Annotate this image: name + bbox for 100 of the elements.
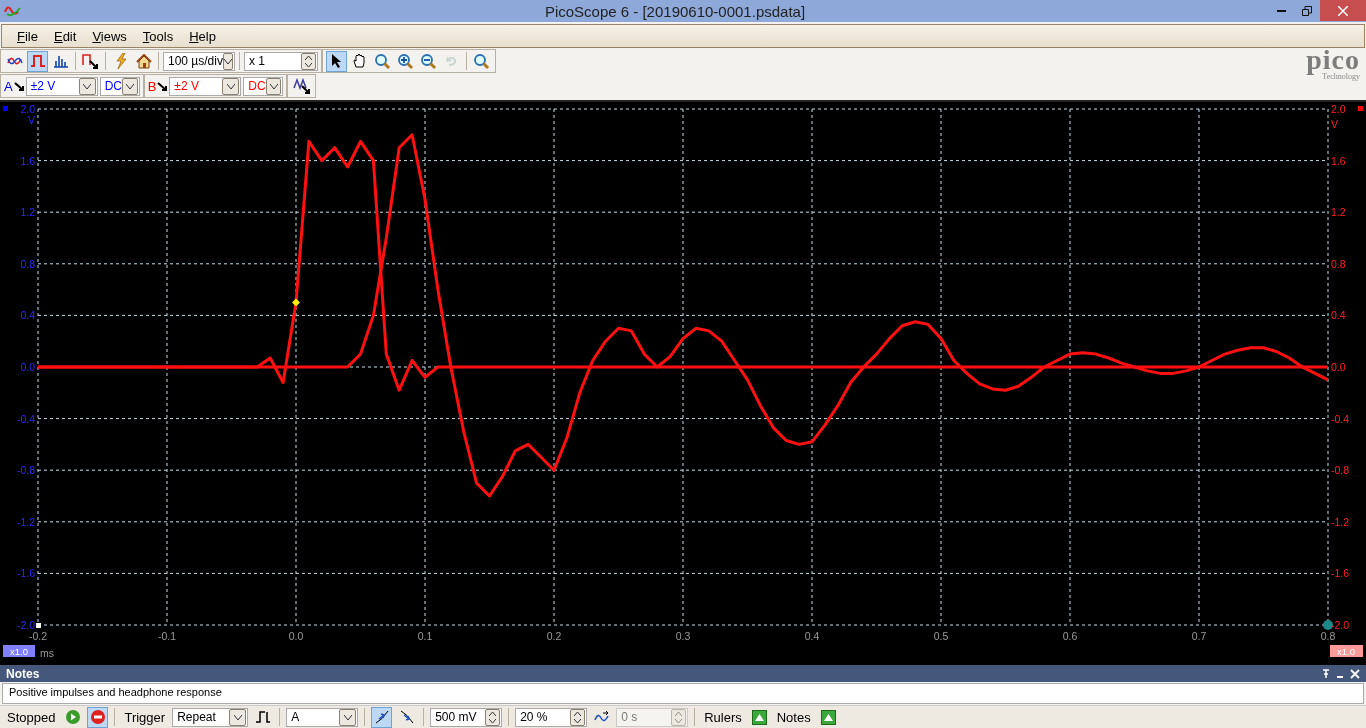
sine-wave-icon <box>6 55 23 67</box>
app-icon <box>4 4 22 18</box>
spinner-arrows-icon <box>305 55 312 67</box>
axis-tick-label: 0.6 <box>1062 630 1078 642</box>
range-dropdown[interactable]: ±2 V <box>169 76 242 96</box>
axis-tick-label: 1.2 <box>20 206 35 219</box>
zoom-icon <box>473 52 490 70</box>
axis-tick-label: 0.0 <box>288 630 304 642</box>
square-wave-icon <box>29 54 46 68</box>
axis-tick-label: 0.7 <box>1191 630 1207 642</box>
threshold-spinner[interactable]: 500 mV <box>430 707 503 727</box>
axis-tick-label: 1.2 <box>1331 206 1346 219</box>
channel-marker <box>3 106 8 111</box>
spinner-arrows-icon <box>675 711 683 723</box>
wave-probe-icon <box>292 78 311 94</box>
range-dropdown[interactable]: ±2 V <box>25 76 98 96</box>
channel-button[interactable]: A <box>4 78 24 94</box>
close-icon <box>1338 5 1348 16</box>
window-title: PicoScope 6 - [20190610-0001.psdata] <box>543 2 807 20</box>
spinner-arrows-icon <box>574 711 582 723</box>
menu-item[interactable]: Tools <box>135 26 181 46</box>
undo-icon <box>444 54 459 68</box>
menu-item[interactable]: Help <box>182 26 223 46</box>
axis-unit: V <box>1331 118 1338 130</box>
notes-text[interactable]: Positive impulses and headphone response <box>2 683 1364 704</box>
axis-handle[interactable] <box>36 623 41 628</box>
trigger-marker <box>292 298 300 307</box>
hand-icon <box>351 53 368 69</box>
axis-tick-label: 0.5 <box>933 630 949 642</box>
home-icon <box>135 53 152 69</box>
play-icon <box>64 709 81 725</box>
axis-tick-label: -2.0 <box>16 619 35 631</box>
axis-tick-label: 2.0 <box>20 103 35 115</box>
axis-tick-label: 2.0 <box>1331 103 1346 115</box>
zoom-out-icon <box>420 52 437 70</box>
delay-wave-icon <box>593 710 610 724</box>
axis-tick-label: 0.4 <box>1331 309 1346 322</box>
axis-tick-label: -1.2 <box>1331 515 1350 528</box>
rising-edge-icon <box>374 710 389 724</box>
step-edge-icon <box>254 710 271 724</box>
notes-label: Notes <box>775 709 812 725</box>
axis-tick-label: 1.6 <box>20 154 35 167</box>
menu-item[interactable]: Edit <box>46 26 84 46</box>
axis-tick-label: 0.2 <box>546 630 562 642</box>
axis-tick-label: 1.6 <box>1331 154 1346 167</box>
pointer-icon <box>330 53 343 69</box>
axis-tick-label: 0.3 <box>675 630 691 642</box>
lightning-icon <box>113 53 128 69</box>
trigger-label: Trigger <box>123 709 167 725</box>
axis-tick-label: -0.2 <box>28 630 48 642</box>
minimize-icon <box>1276 9 1286 12</box>
axis-tick-label: 0.0 <box>20 361 35 373</box>
axis-tick-label: -1.6 <box>16 567 35 580</box>
edge-button[interactable] <box>371 706 393 728</box>
close-button[interactable] <box>1320 0 1366 21</box>
stop-icon <box>89 709 106 725</box>
pretrigger-spinner[interactable]: 20 % <box>515 707 588 727</box>
axis-tick-label: -0.4 <box>16 412 35 425</box>
axis-tick-label: 0.8 <box>20 257 35 270</box>
pulse-probe-icon <box>82 53 99 69</box>
axis-unit: V <box>28 114 35 126</box>
axis-tick-label: 0.4 <box>20 309 35 322</box>
coupling-dropdown[interactable]: DC <box>243 76 284 96</box>
mode-button[interactable] <box>27 50 48 72</box>
probe-icon <box>157 81 168 91</box>
trigger-source-dropdown[interactable]: A <box>286 707 359 727</box>
tool-button[interactable] <box>326 50 347 72</box>
menu-item[interactable]: File <box>10 26 45 46</box>
axis-tick-label: -0.1 <box>157 630 177 642</box>
spinner-arrows-icon <box>489 711 497 723</box>
run-status: Stopped <box>6 709 57 725</box>
axis-tick-label: -1.6 <box>1331 567 1350 580</box>
ruler-handle[interactable] <box>1323 620 1333 630</box>
axis-tick-label: -0.8 <box>16 464 35 477</box>
axis-tick-label: -1.2 <box>16 515 35 528</box>
zoom-in-icon <box>397 52 414 70</box>
stop-button[interactable] <box>87 706 109 728</box>
timebase-dropdown[interactable]: 100 µs/div <box>163 51 235 71</box>
axis-tick-label: -2.0 <box>1331 619 1350 631</box>
axis-tick-label: 0.8 <box>1320 630 1336 642</box>
falling-edge-icon <box>399 710 414 724</box>
zoom-icon <box>374 52 391 70</box>
channel-button[interactable]: B <box>147 78 168 94</box>
axis-tick-label: 0.4 <box>804 630 820 642</box>
zoom-spinner[interactable]: x 1 <box>244 51 318 71</box>
rulers-label: Rulers <box>703 709 743 725</box>
trigger-mode-dropdown[interactable]: Repeat <box>172 707 249 727</box>
probe-icon <box>13 81 24 91</box>
axis-tick-label: 0.8 <box>1331 257 1346 270</box>
restore-icon <box>1302 5 1312 16</box>
logo-tagline: Technology <box>1322 72 1360 81</box>
coupling-dropdown[interactable]: DC <box>99 76 140 96</box>
bar-graph-icon <box>52 54 69 68</box>
axis-unit: ms <box>40 647 54 659</box>
axis-tick-label: 0.0 <box>1331 361 1346 373</box>
menu-item[interactable]: Views <box>85 26 134 46</box>
panel-title: Notes <box>6 666 40 681</box>
channel-marker <box>1358 106 1363 111</box>
axis-tick-label: -0.4 <box>1331 412 1350 425</box>
panel-controls-icon <box>1322 668 1360 679</box>
